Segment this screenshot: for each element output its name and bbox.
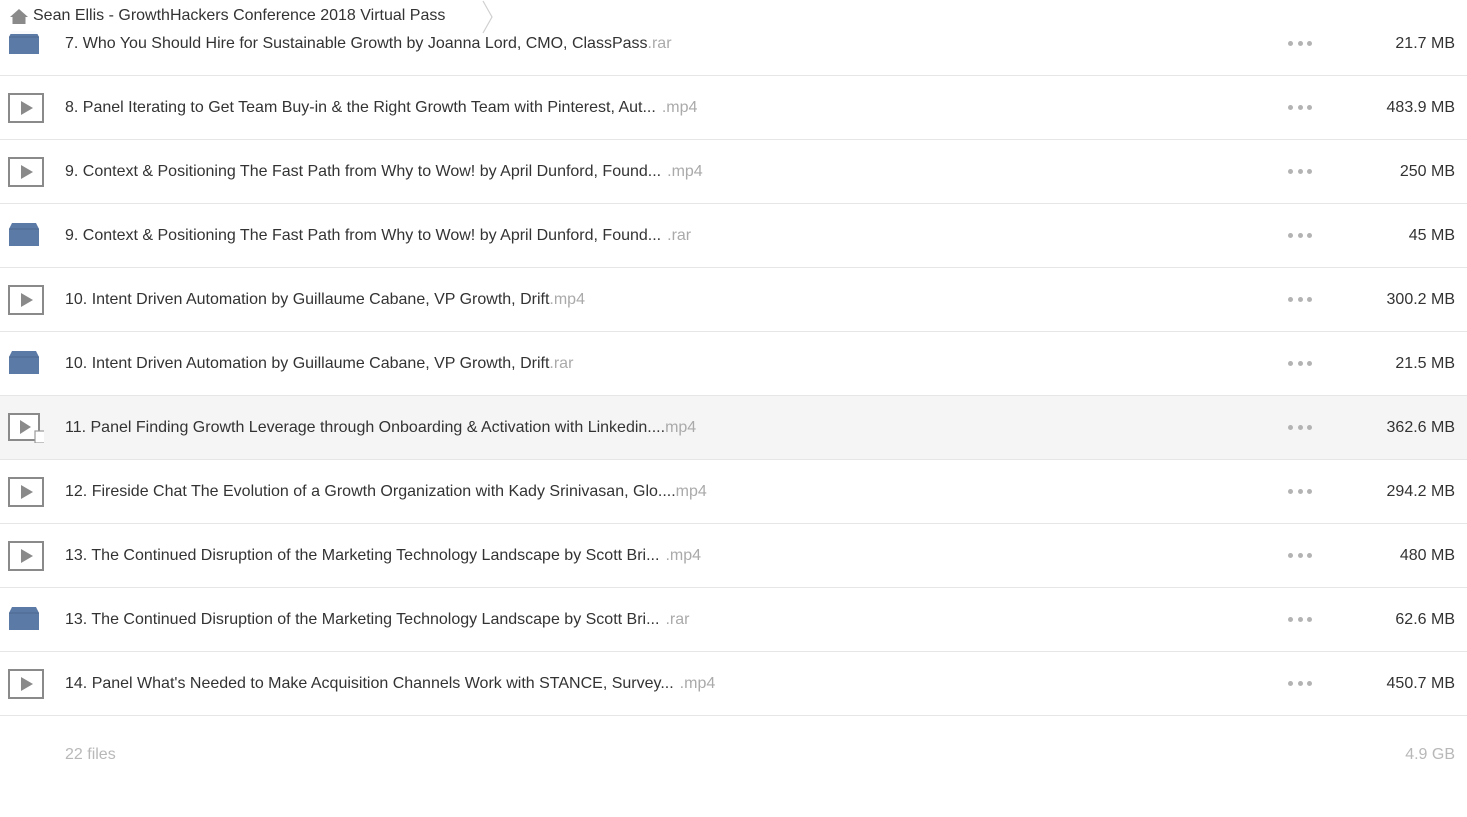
file-row[interactable]: 14. Panel What's Needed to Make Acquisit… [0, 652, 1467, 716]
total-size: 4.9 GB [1405, 746, 1455, 763]
file-extension: .rar [667, 226, 692, 244]
breadcrumb: Sean Ellis - GrowthHackers Conference 20… [0, 0, 500, 34]
file-extension: .mp4 [667, 162, 703, 180]
file-size: 483.9 MB [1386, 98, 1455, 116]
more-options-icon[interactable] [1288, 678, 1312, 690]
file-name[interactable]: 9. Context & Positioning The Fast Path f… [65, 163, 703, 181]
file-name-base: 10. Intent Driven Automation by Guillaum… [65, 290, 550, 308]
archive-file-icon [8, 349, 44, 379]
file-row[interactable]: 9. Context & Positioning The Fast Path f… [0, 204, 1467, 268]
file-extension: .mp4 [661, 98, 698, 116]
file-name[interactable]: 12. Fireside Chat The Evolution of a Gro… [65, 483, 707, 501]
more-options-icon[interactable] [1288, 422, 1312, 434]
breadcrumb-separator-icon [480, 0, 496, 34]
file-extension: .mp4 [549, 290, 585, 308]
more-options-icon[interactable] [1288, 550, 1312, 562]
file-size: 21.5 MB [1395, 354, 1455, 372]
file-row[interactable]: 13. The Continued Disruption of the Mark… [0, 524, 1467, 588]
file-name[interactable]: 14. Panel What's Needed to Make Acquisit… [65, 675, 715, 693]
file-row[interactable]: 10. Intent Driven Automation by Guillaum… [0, 268, 1467, 332]
more-options-icon[interactable] [1288, 614, 1312, 626]
file-list: 7. Who You Should Hire for Sustainable G… [0, 12, 1467, 716]
file-name-base: 12. Fireside Chat The Evolution of a Gro… [65, 482, 676, 500]
more-options-icon[interactable] [1288, 38, 1312, 50]
file-name[interactable]: 13. The Continued Disruption of the Mark… [65, 611, 689, 629]
file-extension: .rar [549, 354, 574, 372]
file-size: 294.2 MB [1386, 482, 1455, 500]
more-options-icon[interactable] [1288, 358, 1312, 370]
video-file-icon [8, 668, 44, 699]
video-file-icon [8, 284, 44, 315]
file-extension: mp4 [675, 482, 707, 500]
video-file-icon [8, 156, 44, 187]
file-name-base: 11. Panel Finding Growth Leverage throug… [65, 418, 666, 436]
archive-file-icon [8, 221, 44, 251]
video-file-icon [8, 540, 44, 571]
file-name[interactable]: 9. Context & Positioning The Fast Path f… [65, 227, 691, 245]
file-name-base: 7. Who You Should Hire for Sustainable G… [65, 34, 648, 52]
file-name[interactable]: 13. The Continued Disruption of the Mark… [65, 547, 701, 565]
file-size: 45 MB [1408, 226, 1455, 244]
more-options-icon[interactable] [1288, 486, 1312, 498]
file-size: 450.7 MB [1386, 674, 1455, 692]
file-row[interactable]: 10. Intent Driven Automation by Guillaum… [0, 332, 1467, 396]
file-name[interactable]: 11. Panel Finding Growth Leverage throug… [65, 419, 696, 437]
file-size: 362.6 MB [1386, 418, 1455, 436]
folder-summary: 22 files 4.9 GB [0, 722, 1467, 786]
file-row[interactable]: 13. The Continued Disruption of the Mark… [0, 588, 1467, 652]
video-file-icon [8, 92, 44, 123]
more-options-icon[interactable] [1288, 166, 1312, 178]
file-extension: mp4 [665, 418, 697, 436]
file-size: 300.2 MB [1386, 290, 1455, 308]
file-browser: Sean Ellis - GrowthHackers Conference 20… [0, 0, 1467, 817]
file-size: 21.7 MB [1395, 34, 1455, 52]
file-row[interactable]: 9. Context & Positioning The Fast Path f… [0, 140, 1467, 204]
file-name-base: 8. Panel Iterating to Get Team Buy-in & … [65, 98, 656, 116]
file-extension: .rar [665, 610, 690, 628]
file-name[interactable]: 7. Who You Should Hire for Sustainable G… [65, 35, 672, 53]
file-name[interactable]: 10. Intent Driven Automation by Guillaum… [65, 355, 573, 373]
file-extension: .mp4 [679, 674, 716, 692]
file-name-base: 14. Panel What's Needed to Make Acquisit… [65, 674, 674, 692]
file-name[interactable]: 8. Panel Iterating to Get Team Buy-in & … [65, 99, 697, 117]
home-icon[interactable] [9, 8, 29, 25]
file-name-base: 13. The Continued Disruption of the Mark… [65, 546, 660, 564]
more-options-icon[interactable] [1288, 102, 1312, 114]
file-name-base: 13. The Continued Disruption of the Mark… [65, 610, 660, 628]
more-options-icon[interactable] [1288, 294, 1312, 306]
file-size: 250 MB [1399, 162, 1455, 180]
file-name-base: 9. Context & Positioning The Fast Path f… [65, 226, 662, 244]
file-count: 22 files [65, 746, 116, 763]
file-size: 480 MB [1399, 546, 1455, 564]
file-size: 62.6 MB [1395, 610, 1455, 628]
breadcrumb-current-folder[interactable]: Sean Ellis - GrowthHackers Conference 20… [33, 7, 445, 25]
file-name-base: 10. Intent Driven Automation by Guillaum… [65, 354, 550, 372]
file-extension: .mp4 [665, 546, 702, 564]
file-extension: .rar [647, 34, 672, 52]
file-row[interactable]: 8. Panel Iterating to Get Team Buy-in & … [0, 76, 1467, 140]
file-name[interactable]: 10. Intent Driven Automation by Guillaum… [65, 291, 585, 309]
file-row[interactable]: 11. Panel Finding Growth Leverage throug… [0, 396, 1467, 460]
more-options-icon[interactable] [1288, 230, 1312, 242]
video-file-icon [8, 476, 44, 507]
file-name-base: 9. Context & Positioning The Fast Path f… [65, 162, 662, 180]
archive-file-icon [8, 605, 44, 635]
video-file-icon [8, 412, 44, 443]
file-row[interactable]: 12. Fireside Chat The Evolution of a Gro… [0, 460, 1467, 524]
